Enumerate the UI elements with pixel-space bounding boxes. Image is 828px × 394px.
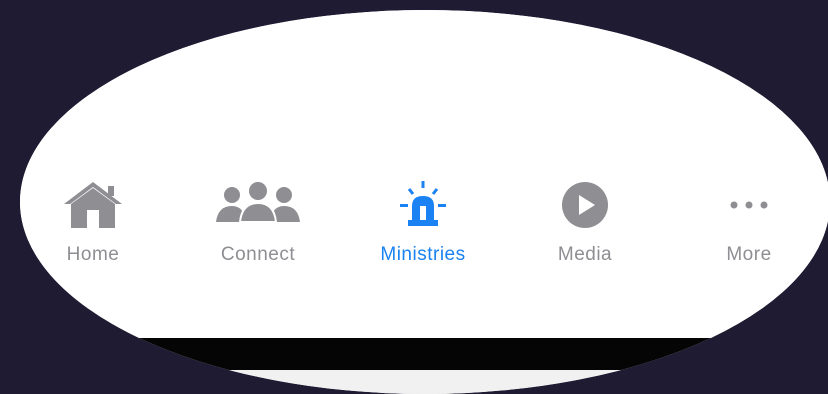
tab-label-media: Media: [557, 244, 613, 265]
more-dots-icon: [704, 180, 794, 230]
play-circle-icon: [540, 180, 630, 230]
tab-media[interactable]: Media: [515, 180, 655, 280]
siren-icon: [378, 180, 468, 230]
tab-label-connect: Connect: [220, 244, 296, 265]
people-group-icon: [213, 180, 303, 230]
tab-connect[interactable]: Connect: [188, 180, 328, 280]
content-below: [20, 370, 828, 394]
screen: Home Connect Ministries Media More: [0, 0, 828, 394]
magnifier-lens: Home Connect Ministries Media More: [20, 10, 828, 394]
tab-ministries[interactable]: Ministries: [353, 180, 493, 280]
tab-label-ministries: Ministries: [380, 244, 466, 265]
tab-home[interactable]: Home: [23, 180, 163, 280]
tab-more[interactable]: More: [679, 180, 819, 280]
tab-label-more: More: [726, 244, 772, 265]
house-icon: [48, 180, 138, 230]
tab-label-home: Home: [66, 244, 120, 265]
bottom-tab-bar: Home Connect Ministries Media More: [20, 10, 828, 338]
home-indicator-bar: [20, 338, 828, 370]
